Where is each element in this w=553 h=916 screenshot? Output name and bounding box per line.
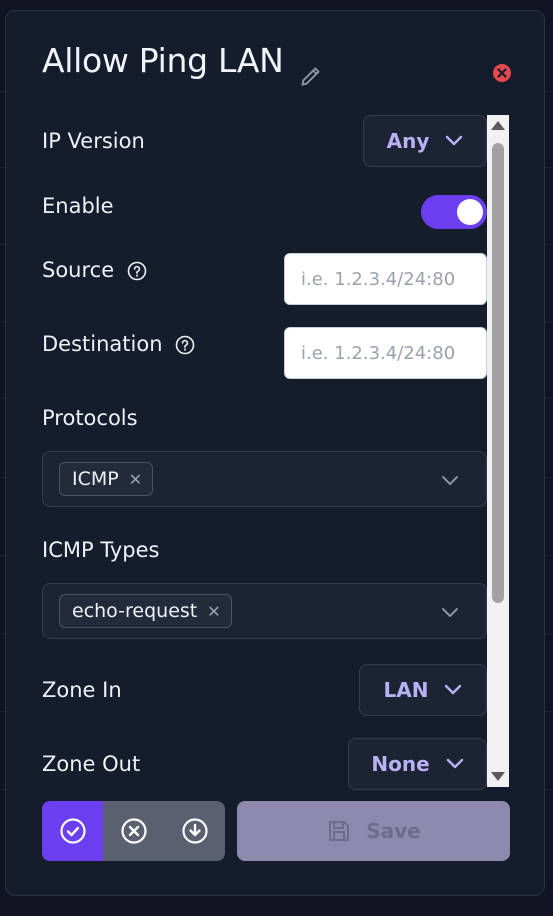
source-label-row: Source <box>42 258 147 282</box>
source-input[interactable] <box>284 253 487 305</box>
chip-icmp: ICMP ✕ <box>59 462 154 496</box>
chevron-down-icon <box>442 608 458 617</box>
toggle-knob <box>457 199 483 225</box>
save-label: Save <box>366 819 421 843</box>
save-icon <box>329 821 350 841</box>
enable-label: Enable <box>42 194 114 218</box>
protocols-multiselect[interactable]: ICMP ✕ <box>42 451 487 507</box>
help-icon[interactable] <box>175 335 195 355</box>
ip-version-label: IP Version <box>42 129 145 153</box>
scrollbar-thumb[interactable] <box>492 143 504 603</box>
rule-modal: Allow Ping LAN IP Version Any Enable Sou… <box>5 10 545 896</box>
enable-toggle[interactable] <box>421 195 487 229</box>
destination-input[interactable] <box>284 327 487 379</box>
destination-label: Destination <box>42 332 163 356</box>
scroll-up-arrow[interactable] <box>491 121 505 130</box>
zone-in-label: Zone In <box>42 678 122 702</box>
check-circle-icon <box>59 818 86 844</box>
scrollbar[interactable] <box>487 115 509 787</box>
modal-title: Allow Ping LAN <box>42 41 284 80</box>
chevron-down-icon <box>446 758 463 769</box>
form-scroll-area[interactable]: IP Version Any Enable Source Destination… <box>6 115 546 791</box>
x-circle-icon <box>120 818 147 844</box>
chip-label: ICMP <box>72 468 119 490</box>
source-label: Source <box>42 258 115 282</box>
zone-out-label: Zone Out <box>42 752 141 776</box>
help-icon[interactable] <box>127 261 147 281</box>
chip-echo-request: echo-request ✕ <box>59 594 232 628</box>
download-circle-icon <box>181 818 208 844</box>
confirm-button[interactable] <box>42 801 103 861</box>
chevron-down-icon <box>446 135 463 146</box>
ip-version-value: Any <box>386 129 430 153</box>
pencil-icon[interactable] <box>298 63 324 89</box>
protocols-label: Protocols <box>42 406 138 430</box>
zone-out-value: None <box>371 752 430 776</box>
chip-remove-icon[interactable]: ✕ <box>129 470 142 489</box>
zone-out-select[interactable]: None <box>348 738 487 790</box>
ip-version-select[interactable]: Any <box>363 115 487 167</box>
chip-label: echo-request <box>72 600 198 622</box>
icmp-types-multiselect[interactable]: echo-request ✕ <box>42 583 487 639</box>
save-button[interactable]: Save <box>237 801 510 861</box>
chip-remove-icon[interactable]: ✕ <box>207 602 220 621</box>
zone-in-value: LAN <box>383 678 429 702</box>
chevron-down-icon <box>445 684 462 695</box>
cancel-button[interactable] <box>103 801 164 861</box>
destination-label-row: Destination <box>42 332 195 356</box>
scroll-down-arrow[interactable] <box>491 772 505 781</box>
chevron-down-icon <box>442 476 458 485</box>
icmp-types-label: ICMP Types <box>42 538 160 562</box>
close-icon[interactable] <box>492 63 512 83</box>
download-button[interactable] <box>164 801 225 861</box>
action-button-group <box>42 801 225 861</box>
zone-in-select[interactable]: LAN <box>359 664 487 716</box>
